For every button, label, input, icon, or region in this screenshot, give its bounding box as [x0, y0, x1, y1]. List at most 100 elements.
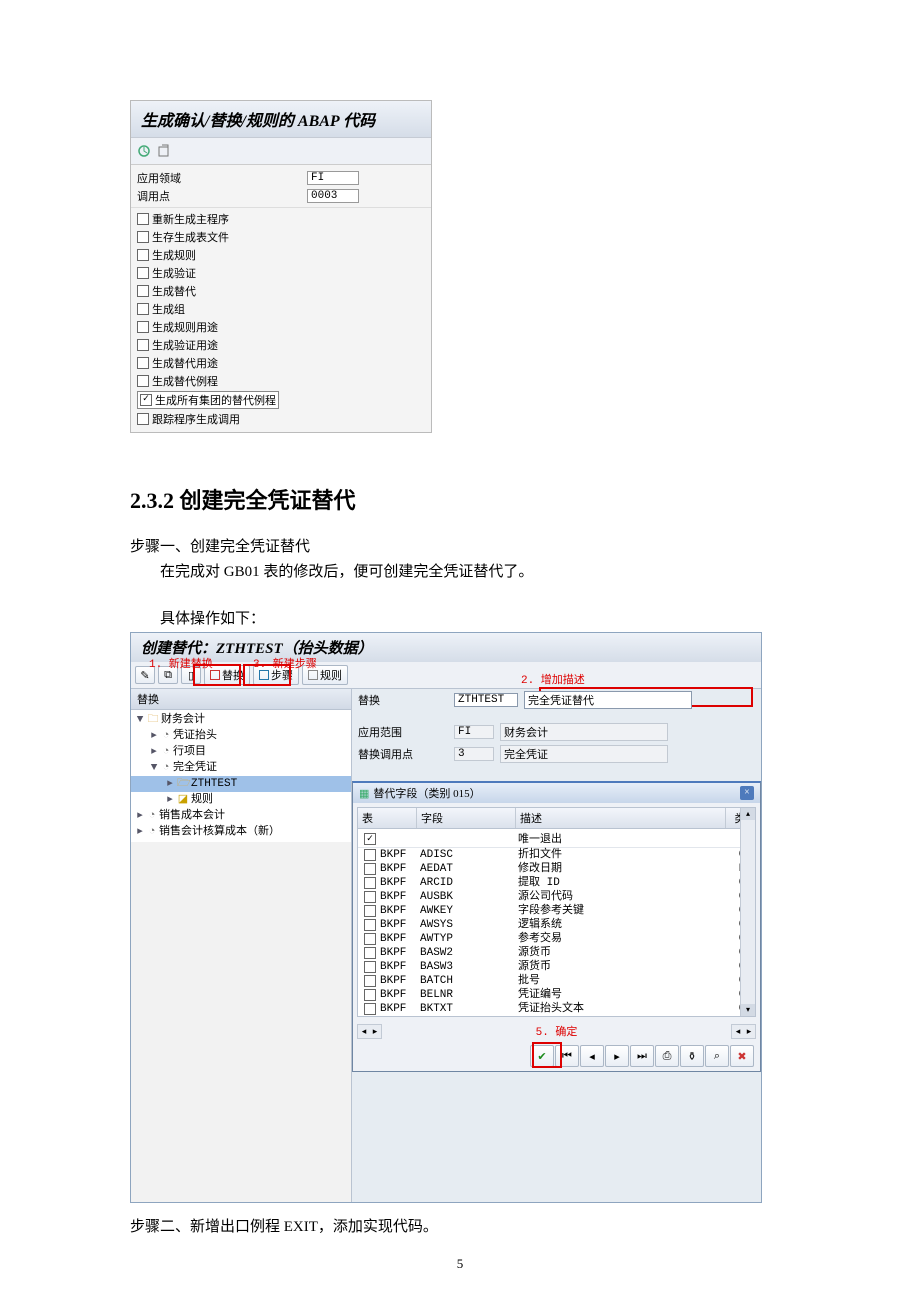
- tree-node-sales[interactable]: ▸◔销售成本会计: [131, 808, 351, 824]
- call-point-label: 调用点: [137, 188, 307, 204]
- first-icon[interactable]: ⏮: [555, 1045, 579, 1067]
- checkbox-icon[interactable]: [364, 877, 376, 889]
- grid-header: 表 字段 描述 类: [358, 808, 755, 829]
- nav-right[interactable]: ◂▸: [731, 1024, 756, 1039]
- table-row[interactable]: BKPFBASW3源货币C: [358, 960, 755, 974]
- table-row[interactable]: BKPFAUSBK源公司代码C: [358, 890, 755, 904]
- cp-value: 3: [454, 747, 494, 761]
- checkbox-icon[interactable]: [137, 249, 149, 261]
- checkbox-icon[interactable]: [137, 285, 149, 297]
- app-area-input[interactable]: FI: [307, 171, 359, 185]
- checkbox-icon[interactable]: [137, 357, 149, 369]
- screen-title-2: 创建替代：ZTHTEST（抬头数据）: [131, 633, 761, 662]
- tree-node-rule[interactable]: ▸◪规则: [131, 792, 351, 808]
- checkbox-icon[interactable]: [364, 989, 376, 1001]
- tree-node-fi[interactable]: ▼🗀财务会计: [131, 712, 351, 728]
- right-icon[interactable]: ▸: [370, 1026, 380, 1037]
- checkbox-icon[interactable]: [137, 231, 149, 243]
- col-desc[interactable]: 描述: [516, 808, 726, 828]
- col-table[interactable]: 表: [358, 808, 417, 828]
- cb-gen-valid-usage[interactable]: 生成验证用途: [131, 336, 431, 354]
- exec-print-icon[interactable]: [157, 144, 171, 158]
- checkbox-icon[interactable]: [137, 213, 149, 225]
- cb-regen-main[interactable]: 重新生成主程序: [131, 210, 431, 228]
- checkbox-icon[interactable]: [137, 375, 149, 387]
- table-row[interactable]: BKPFBATCH批号C: [358, 974, 755, 988]
- cb-gen-rule-usage[interactable]: 生成规则用途: [131, 318, 431, 336]
- checkbox-icon[interactable]: [364, 1003, 376, 1015]
- clock-icon: ◔: [161, 728, 171, 744]
- call-point-input[interactable]: 0003: [307, 189, 359, 203]
- checkbox-icon[interactable]: [137, 413, 149, 425]
- cb-gen-group[interactable]: 生成组: [131, 300, 431, 318]
- col-field[interactable]: 字段: [417, 808, 516, 828]
- checkbox-icon[interactable]: [364, 919, 376, 931]
- table-row[interactable]: BKPFAEDAT修改日期D: [358, 862, 755, 876]
- cb-gen-sub-routine[interactable]: 生成替代例程: [131, 372, 431, 390]
- step1-body: 在完成对 GB01 表的修改后，便可创建完全凭证替代了。: [130, 560, 790, 581]
- cb-gen-sub-usage[interactable]: 生成替代用途: [131, 354, 431, 372]
- sub-desc[interactable]: 完全凭证替代: [524, 691, 692, 709]
- table-row[interactable]: BKPFBELNR凭证编号C: [358, 988, 755, 1002]
- field-popup: ▦ 替代字段（类别 015） × 4. 选择替代字段，注：选唯一退出 ▴▾ 表 …: [352, 781, 761, 1072]
- tree-node-header[interactable]: ▸◔凭证抬头: [131, 728, 351, 744]
- table-row[interactable]: BKPFADISC折扣文件C: [358, 848, 755, 862]
- toolbar: [131, 138, 431, 165]
- table-row[interactable]: BKPFAWKEY字段参考关键C: [358, 904, 755, 918]
- step1-title: 步骤一、创建完全凭证替代: [130, 535, 790, 556]
- checkbox-icon[interactable]: [364, 961, 376, 973]
- next-icon[interactable]: ▸: [605, 1045, 629, 1067]
- scrollbar[interactable]: ▴▾: [740, 808, 755, 1016]
- left-icon[interactable]: ◂: [733, 1026, 743, 1037]
- right-icon[interactable]: ▸: [744, 1026, 754, 1037]
- checkbox-icon[interactable]: [364, 849, 376, 861]
- left-icon[interactable]: ◂: [359, 1026, 369, 1037]
- cb-gen-validation[interactable]: 生成验证: [131, 264, 431, 282]
- checkbox-icon[interactable]: [364, 891, 376, 903]
- print-icon[interactable]: ⎙: [655, 1045, 679, 1067]
- prev-icon[interactable]: ◂: [580, 1045, 604, 1067]
- cb-gen-tablefile[interactable]: 生存生成表文件: [131, 228, 431, 246]
- checkbox-icon[interactable]: [137, 339, 149, 351]
- table-row[interactable]: BKPFARCID提取 IDC: [358, 876, 755, 890]
- cb-gen-sub[interactable]: 生成替代: [131, 282, 431, 300]
- search-icon[interactable]: ⌕: [705, 1045, 729, 1067]
- checkbox-icon[interactable]: [137, 267, 149, 279]
- execute-icon[interactable]: [137, 144, 151, 158]
- nav-left[interactable]: ◂▸: [357, 1024, 382, 1039]
- cb-gen-rule[interactable]: 生成规则: [131, 246, 431, 264]
- close-icon[interactable]: ×: [740, 786, 754, 800]
- checkbox-icon[interactable]: [137, 303, 149, 315]
- sub-value[interactable]: ZTHTEST: [454, 693, 518, 707]
- cancel-button[interactable]: ✖: [730, 1045, 754, 1067]
- app-area-label: 应用领域: [137, 170, 307, 186]
- scope-label: 应用范围: [358, 724, 448, 740]
- sap-create-substitution: 创建替代：ZTHTEST（抬头数据） 1. 新建替换 3. 新建步骤 2. 增加…: [130, 632, 762, 1203]
- scroll-up-icon[interactable]: ▴: [741, 808, 755, 820]
- last-icon[interactable]: ⏭: [630, 1045, 654, 1067]
- ok-button[interactable]: ✔: [530, 1045, 554, 1067]
- folder-open-icon: 🗁: [177, 776, 189, 792]
- checkbox-icon[interactable]: [364, 905, 376, 917]
- checkbox-icon[interactable]: [364, 975, 376, 987]
- table-row[interactable]: BKPFAWTYP参考交易C: [358, 932, 755, 946]
- cb-trace-gen[interactable]: 跟踪程序生成调用: [131, 410, 431, 428]
- tree-node-salescost[interactable]: ▸◔销售会计核算成本（新）: [131, 824, 351, 840]
- checkbox-icon[interactable]: [364, 863, 376, 875]
- checkbox-checked-icon[interactable]: [364, 833, 376, 845]
- row-unique-exit[interactable]: 唯一退出: [358, 829, 755, 848]
- checkbox-icon[interactable]: [364, 933, 376, 945]
- tree-node-complete[interactable]: ▼◔完全凭证: [131, 760, 351, 776]
- table-row[interactable]: BKPFBASW2源货币C: [358, 946, 755, 960]
- table-row[interactable]: BKPFBKTXT凭证抬头文本C: [358, 1002, 755, 1016]
- tree-node-lineitem[interactable]: ▸◔行项目: [131, 744, 351, 760]
- cb-gen-all-clients[interactable]: 生成所有集团的替代例程: [131, 390, 431, 410]
- checkbox-checked-icon[interactable]: [140, 394, 152, 406]
- tree-node-zthtest[interactable]: ▸🗁ZTHTEST: [131, 776, 351, 792]
- checkbox-icon[interactable]: [137, 321, 149, 333]
- screen-title: 生成确认/替换/规则的 ABAP 代码: [131, 101, 431, 138]
- table-row[interactable]: BKPFAWSYS逻辑系统C: [358, 918, 755, 932]
- filter-icon[interactable]: ⚱: [680, 1045, 704, 1067]
- checkbox-icon[interactable]: [364, 947, 376, 959]
- scroll-down-icon[interactable]: ▾: [741, 1004, 755, 1016]
